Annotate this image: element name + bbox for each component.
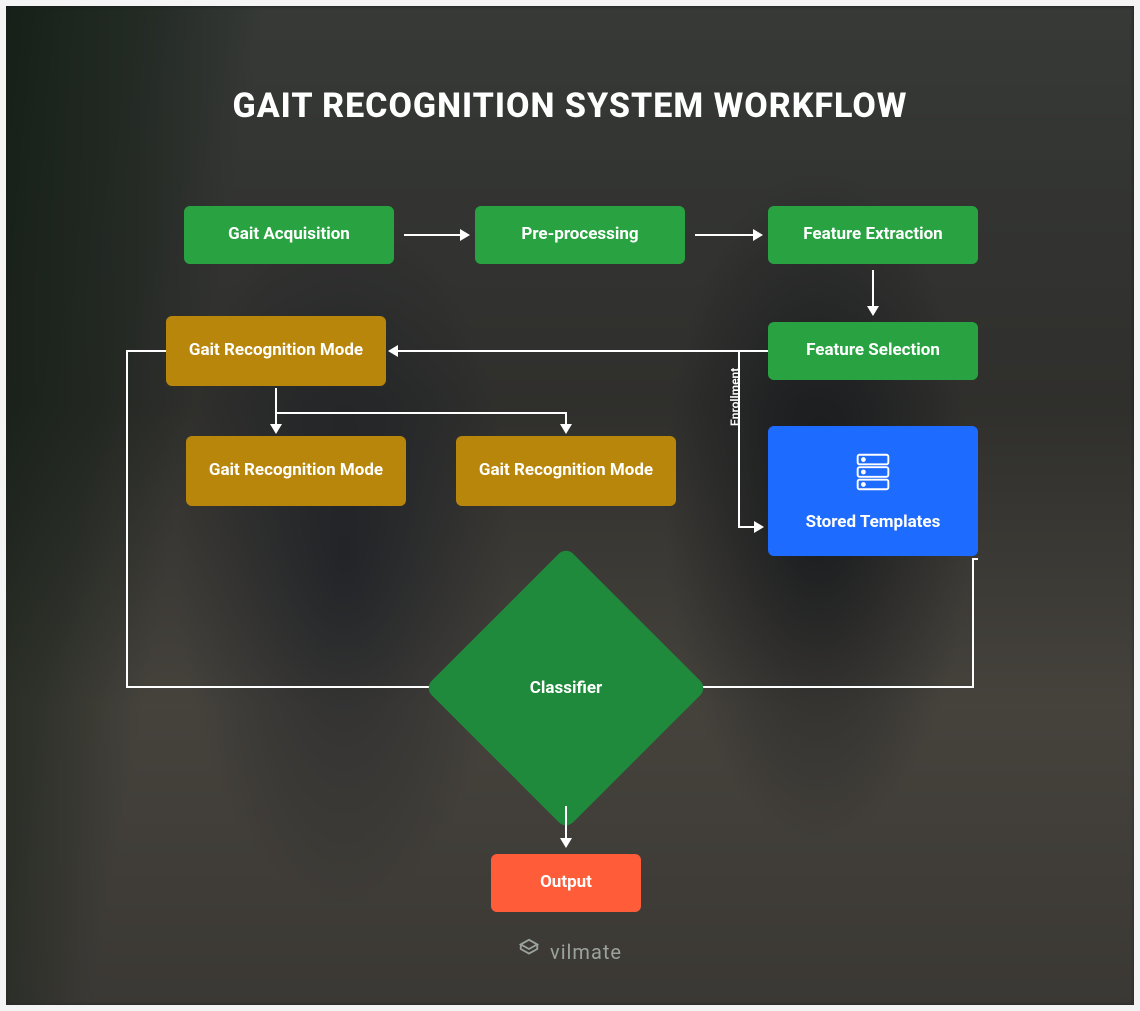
enrollment-label: Enrollment [728,368,742,426]
arrow-line [275,388,277,414]
node-label: Gait Recognition Mode [189,340,363,361]
node-output: Output [491,854,641,912]
node-label: Classifier [466,588,666,788]
node-gait-recognition-mode-2: Gait Recognition Mode [186,436,406,506]
arrow-head-icon [388,345,398,357]
node-label: Gait Recognition Mode [479,460,653,481]
arrow-line [126,686,446,688]
arrow-head-icon [270,424,282,434]
arrow-line [565,806,567,838]
arrow-line [872,270,874,306]
arrow-head-icon [560,424,572,434]
server-stack-icon [850,449,896,501]
node-label: Stored Templates [806,512,941,533]
node-feature-selection: Feature Selection [768,322,978,380]
arrow-line [972,558,978,560]
brand-mark: vilmate [6,938,1134,965]
node-stored-templates: Stored Templates [768,426,978,556]
diagram-title: GAIT RECOGNITION SYSTEM WORKFLOW [6,86,1134,126]
arrow-head-icon [560,838,572,848]
node-label: Pre-processing [521,224,638,245]
arrow-line [565,412,567,424]
node-label: Gait Recognition Mode [209,460,383,481]
arrow-line [126,350,128,688]
node-gait-recognition-mode-1: Gait Recognition Mode [166,316,386,386]
arrow-line [738,526,754,528]
node-feature-extraction: Feature Extraction [768,206,978,264]
node-label: Feature Extraction [803,224,942,245]
node-pre-processing: Pre-processing [475,206,685,264]
arrow-line [398,350,768,352]
brand-name: vilmate [550,940,622,964]
diagram-content: GAIT RECOGNITION SYSTEM WORKFLOW Gait Ac… [6,6,1134,1005]
arrow-line [696,686,974,688]
node-label: Gait Acquisition [228,224,350,245]
node-classifier: Classifier [466,588,666,788]
node-gait-recognition-mode-3: Gait Recognition Mode [456,436,676,506]
arrow-line [972,558,974,686]
arrow-line [404,234,460,236]
arrow-line [275,412,567,414]
node-label: Feature Selection [806,340,940,361]
arrow-head-icon [754,521,764,533]
arrow-line [275,412,277,424]
arrow-head-icon [867,306,879,316]
node-label: Output [540,872,592,893]
arrow-line [126,350,166,352]
brand-logo-icon [518,938,540,965]
arrow-head-icon [460,229,470,241]
diagram-frame: GAIT RECOGNITION SYSTEM WORKFLOW Gait Ac… [6,6,1134,1005]
arrow-head-icon [753,229,763,241]
node-gait-acquisition: Gait Acquisition [184,206,394,264]
arrow-line [695,234,753,236]
